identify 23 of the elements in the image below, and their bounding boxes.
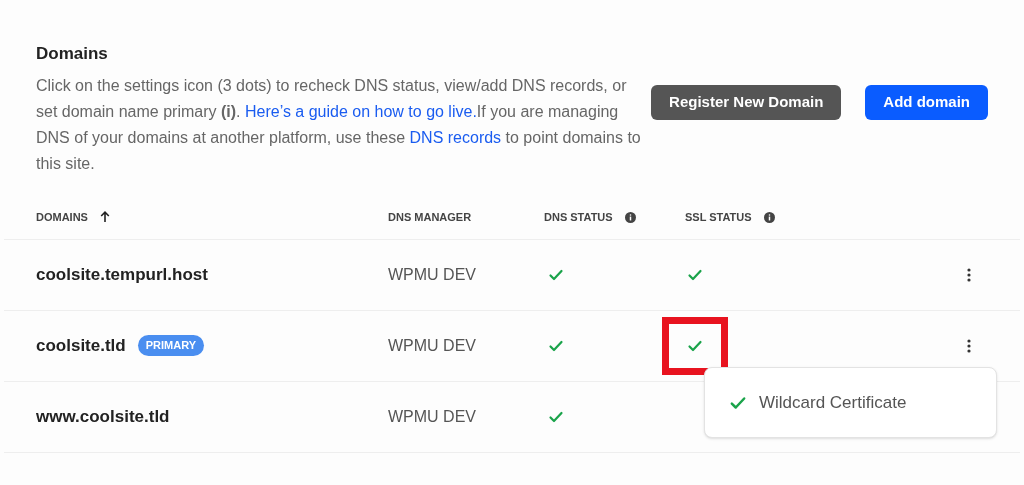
more-options-icon — [967, 338, 971, 353]
dns-manager: WPMU DEV — [388, 407, 476, 425]
column-header: SSL STATUS — [685, 209, 752, 225]
domain-name: coolsite.tld — [36, 334, 126, 357]
domain-name: coolsite.tempurl.host — [36, 263, 208, 286]
register-domain-button[interactable]: Register New Domain — [651, 85, 842, 120]
section-description: Click on the settings icon (3 dots) to recheck DNS status, view/add DNS records, or set domain name primary (i). Here’s a guide on how to go live.If you are managing DNS of your domains at another platform, use these DNS records to point domains to this site. — [36, 75, 642, 174]
info-icon[interactable] — [624, 211, 636, 223]
domain-name: www.coolsite.tld — [36, 405, 170, 428]
column-header[interactable]: DOMAINS — [36, 208, 88, 226]
primary-badge: PRIMARY — [137, 335, 205, 356]
column-header: DNS MANAGER — [388, 209, 472, 225]
info-icon[interactable] — [763, 211, 775, 223]
more-options-icon — [967, 267, 971, 282]
link[interactable]: Here’s a guide on how to go live. — [244, 102, 477, 120]
dns-manager: WPMU DEV — [388, 336, 476, 354]
section-title: Domains — [36, 43, 109, 65]
tooltip-text: Wildcard Certificate — [759, 391, 907, 414]
add-domain-button[interactable]: Add domain — [865, 85, 988, 120]
link[interactable]: DNS records — [409, 128, 502, 146]
sort-up-icon[interactable] — [99, 211, 110, 223]
column-header: DNS STATUS — [544, 209, 613, 225]
dns-manager: WPMU DEV — [388, 265, 476, 283]
